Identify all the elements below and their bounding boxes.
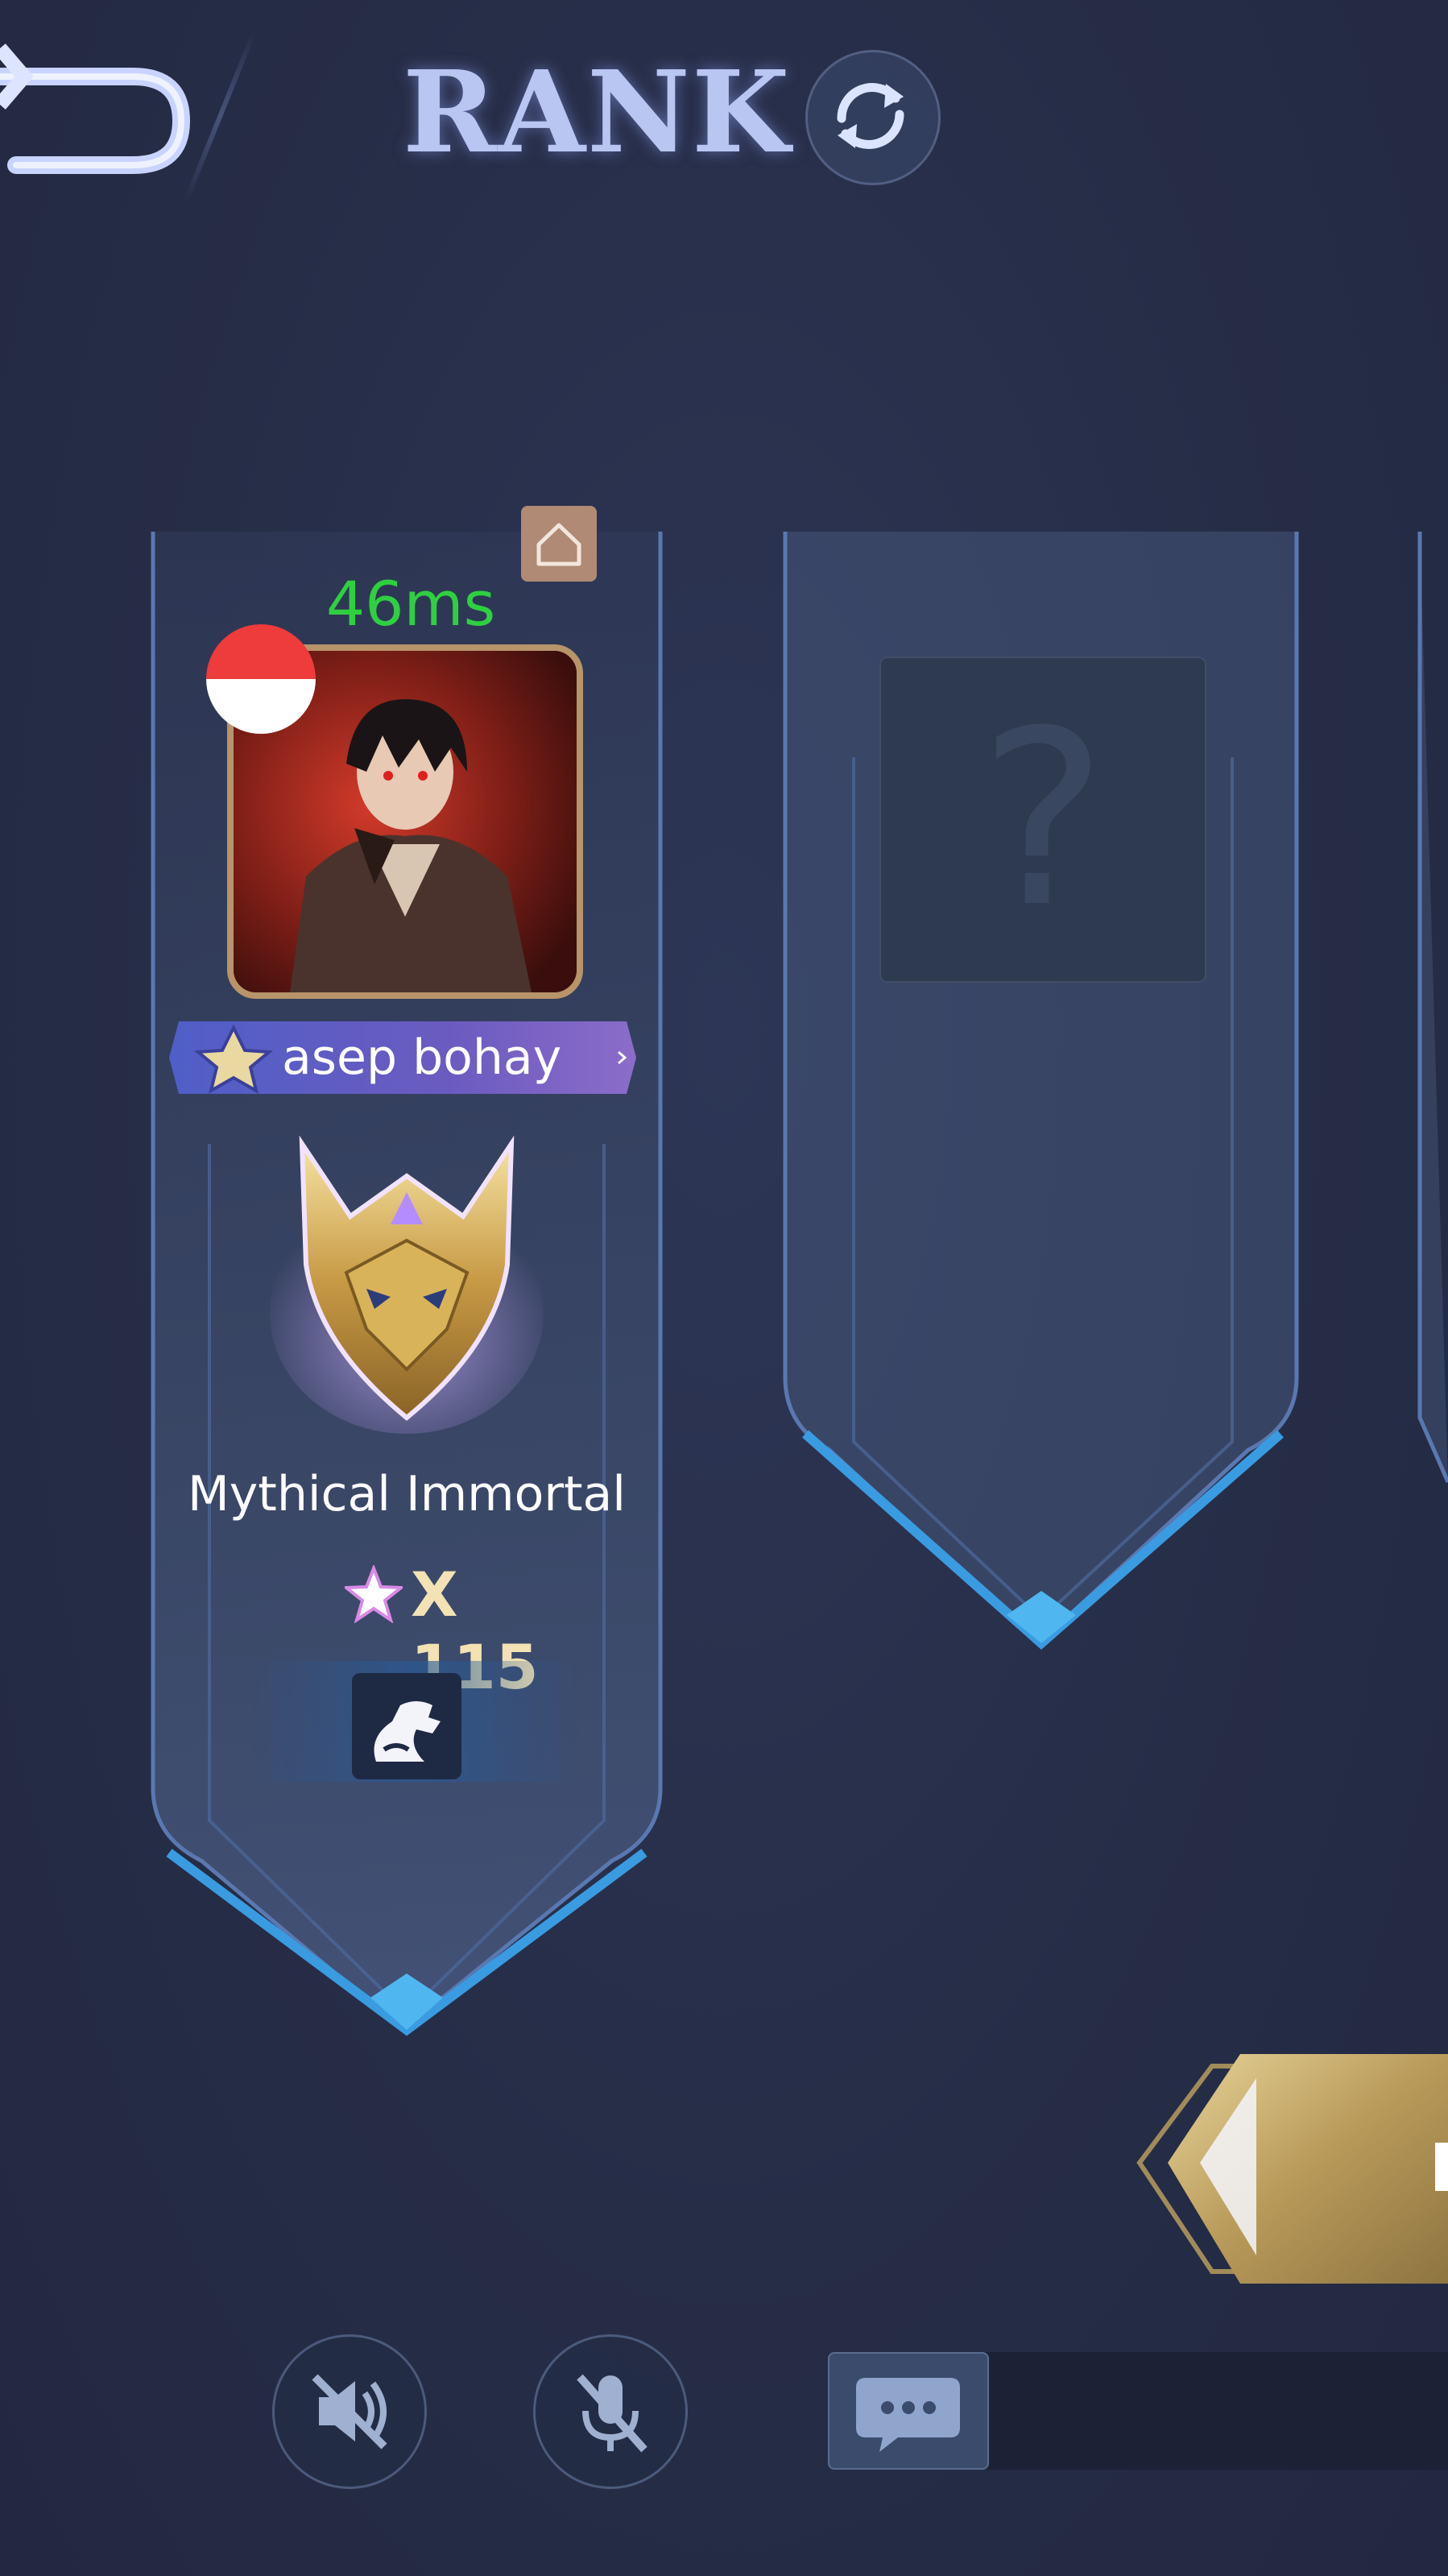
mythical-immortal-emblem-icon bbox=[270, 1135, 544, 1434]
role-icon bbox=[352, 1673, 461, 1779]
country-flag bbox=[206, 624, 316, 734]
star-prefix: X bbox=[411, 1559, 458, 1630]
chat-bubble-icon bbox=[856, 2378, 960, 2452]
ping-indicator: 46ms bbox=[325, 568, 496, 640]
question-mark-icon: ? bbox=[978, 679, 1107, 960]
chat-button[interactable] bbox=[828, 2352, 989, 2470]
home-icon bbox=[521, 506, 597, 582]
refresh-icon bbox=[837, 83, 904, 149]
back-arrow-icon[interactable] bbox=[0, 32, 193, 193]
star-icon bbox=[345, 1565, 403, 1623]
header-divider bbox=[183, 30, 257, 204]
mic-mute-button[interactable] bbox=[533, 2334, 688, 2489]
mic-muted-icon bbox=[577, 2374, 647, 2453]
partial-slot-frame bbox=[1417, 532, 1448, 1484]
page-title: RANK bbox=[403, 47, 792, 179]
star-count: X 115 bbox=[338, 1559, 596, 1703]
confirm-button[interactable] bbox=[1136, 2054, 1448, 2284]
player-name: asep bohay bbox=[282, 1029, 562, 1086]
refresh-button[interactable] bbox=[805, 50, 941, 185]
speaker-mute-button[interactable] bbox=[272, 2334, 427, 2489]
speaker-muted-icon bbox=[312, 2374, 387, 2450]
rank-name: Mythical Immortal bbox=[188, 1466, 626, 1522]
